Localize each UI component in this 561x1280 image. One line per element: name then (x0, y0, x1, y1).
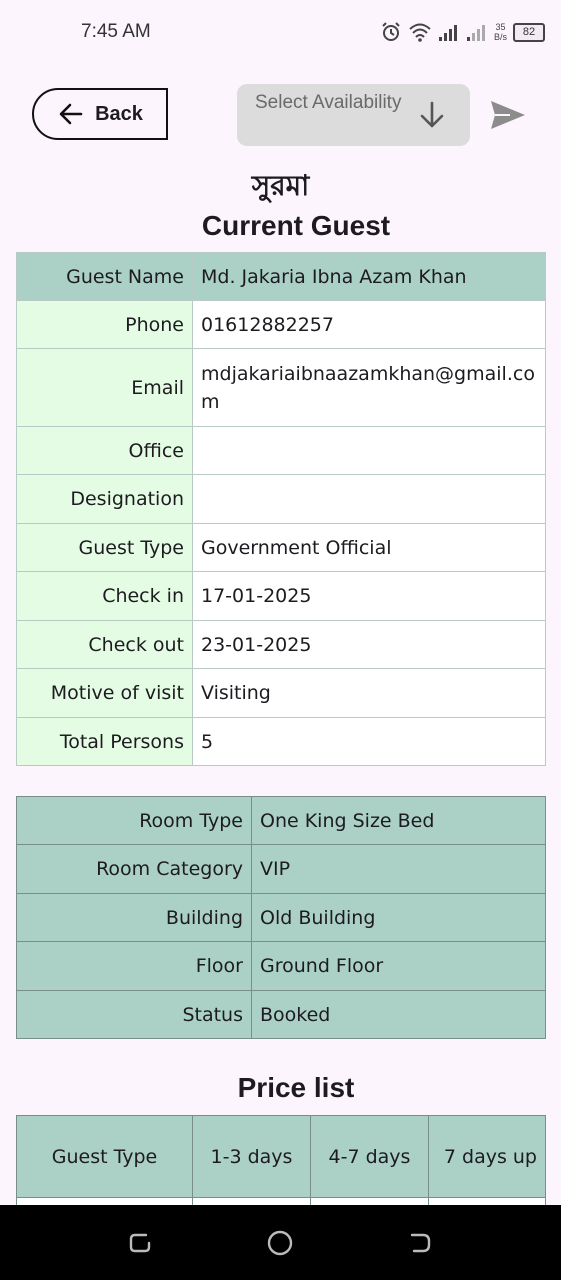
price-list-title: Price list (237, 1072, 355, 1103)
room-name: সুরমা (251, 169, 310, 202)
guest-value (192, 474, 546, 524)
signal-icon (438, 25, 457, 41)
room-value: VIP (251, 844, 546, 894)
back-nav-icon[interactable] (408, 1231, 432, 1255)
guest-value (192, 426, 546, 475)
status-time: 7:45 AM (81, 21, 151, 42)
room-label: Floor (16, 941, 252, 991)
table-row: Email mdjakariaibnaazamkhan@gmail.com (16, 348, 546, 427)
guest-value: Md. Jakaria Ibna Azam Khan (192, 252, 546, 301)
table-row: Guest Type Government Official (16, 523, 546, 572)
back-button-label: Back (95, 102, 143, 125)
table-row: Total Persons 5 (16, 717, 546, 766)
home-icon[interactable] (266, 1229, 294, 1257)
table-row: Room Category VIP (16, 844, 546, 894)
arrow-down-icon (420, 101, 444, 128)
guest-value: Visiting (192, 668, 546, 718)
wifi-icon (409, 23, 431, 42)
room-table: Room Type One King Size Bed Room Category… (16, 796, 546, 1039)
price-header: 4-7 days (310, 1115, 429, 1198)
table-row: Guest Type 1-3 days 4-7 days 7 days up (16, 1115, 546, 1198)
signal-2-icon (466, 25, 485, 41)
guest-value: 5 (192, 717, 546, 766)
guest-label: Total Persons (16, 717, 193, 766)
network-speed-unit: B/s (493, 32, 507, 42)
price-header: 1-3 days (192, 1115, 311, 1198)
battery-icon: 82 (513, 22, 545, 42)
availability-select-placeholder: Select Availability (255, 92, 402, 113)
table-row: Building Old Building (16, 893, 546, 942)
guest-label: Designation (16, 474, 193, 524)
recent-apps-icon[interactable] (128, 1231, 152, 1255)
table-row: Office (16, 426, 546, 475)
table-row: Check in 17-01-2025 (16, 571, 546, 621)
guest-value: 17-01-2025 (192, 571, 546, 621)
price-header: 7 days up (428, 1115, 546, 1198)
table-row: Designation (16, 474, 546, 524)
room-value: Ground Floor (251, 941, 546, 991)
room-label: Status (16, 990, 252, 1039)
guest-label: Guest Type (16, 523, 193, 572)
guest-label: Office (16, 426, 193, 475)
table-row: Floor Ground Floor (16, 941, 546, 991)
guest-value: 01612882257 (192, 300, 546, 349)
guest-value: 23-01-2025 (192, 620, 546, 669)
room-value: Booked (251, 990, 546, 1039)
room-label: Room Category (16, 844, 252, 894)
network-speed-value: 35 (495, 22, 506, 32)
system-navigation-bar (0, 1205, 561, 1280)
table-row: Guest Name Md. Jakaria Ibna Azam Khan (16, 252, 546, 301)
status-icons: 35 B/s 82 (380, 18, 545, 46)
table-row: Status Booked (16, 990, 546, 1039)
alarm-icon (382, 22, 400, 41)
room-value: Old Building (251, 893, 546, 942)
status-bar: 7:45 AM 35 B/s 82 (0, 0, 561, 64)
price-header: Guest Type (16, 1115, 193, 1198)
arrow-left-icon (59, 103, 83, 125)
guest-table: Guest Name Md. Jakaria Ibna Azam Khan Pho… (16, 252, 546, 766)
room-label: Building (16, 893, 252, 942)
back-button[interactable]: Back (32, 88, 168, 140)
room-label: Room Type (16, 796, 252, 845)
guest-label: Check in (16, 571, 193, 621)
network-speed: 35 B/s (494, 22, 507, 42)
table-row: Check out 23-01-2025 (16, 620, 546, 669)
availability-select[interactable]: Select Availability (237, 84, 470, 146)
table-row: Motive of visit Visiting (16, 668, 546, 718)
guest-label: Check out (16, 620, 193, 669)
guest-label: Phone (16, 300, 193, 349)
table-row: Phone 01612882257 (16, 300, 546, 349)
guest-label: Guest Name (16, 252, 193, 301)
room-value: One King Size Bed (251, 796, 546, 845)
guest-value: Government Official (192, 523, 546, 572)
table-row: Room Type One King Size Bed (16, 796, 546, 845)
guest-value: mdjakariaibnaazamkhan@gmail.com (192, 348, 546, 427)
page-title: Current Guest (201, 210, 391, 241)
guest-label: Email (16, 348, 193, 427)
guest-label: Motive of visit (16, 668, 193, 718)
send-icon[interactable] (488, 98, 528, 132)
